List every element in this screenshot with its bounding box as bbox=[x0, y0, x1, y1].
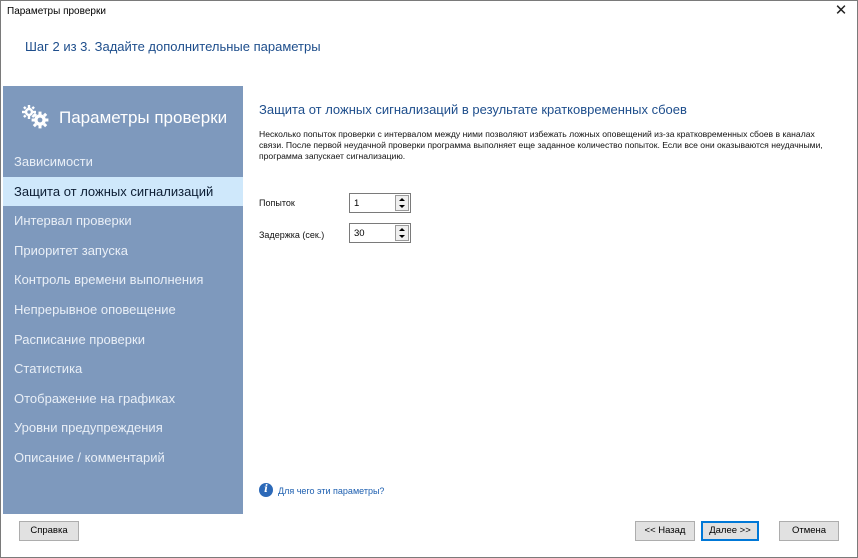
delay-stepper[interactable]: 30 bbox=[349, 223, 411, 243]
next-button[interactable]: Далее >> bbox=[701, 521, 759, 541]
sidebar-title: Параметры проверки bbox=[59, 108, 228, 127]
delay-spin-buttons bbox=[395, 225, 409, 241]
sidebar-item-charts-display[interactable]: Отображение на графиках bbox=[3, 384, 243, 414]
attempts-value[interactable]: 1 bbox=[354, 198, 359, 209]
step-title: Шаг 2 из 3. Задайте дополнительные парам… bbox=[25, 39, 321, 54]
cancel-button[interactable]: Отмена bbox=[779, 521, 839, 541]
sidebar-item-statistics[interactable]: Статистика bbox=[3, 354, 243, 384]
content-title: Защита от ложных сигнализаций в результа… bbox=[259, 102, 687, 117]
gears-icon bbox=[22, 105, 49, 129]
sidebar-item-dependencies[interactable]: Зависимости bbox=[3, 147, 243, 177]
title-bar: Параметры проверки ✕ bbox=[1, 1, 857, 23]
attempts-stepper[interactable]: 1 bbox=[349, 193, 411, 213]
sidebar-item-description[interactable]: Описание / комментарий bbox=[3, 443, 243, 473]
back-button[interactable]: << Назад bbox=[635, 521, 695, 541]
delay-up-arrow-icon[interactable] bbox=[396, 226, 408, 233]
attempts-label: Попыток bbox=[259, 198, 295, 208]
sidebar-item-warning-levels[interactable]: Уровни предупреждения bbox=[3, 413, 243, 443]
attempts-down-arrow-icon[interactable] bbox=[396, 203, 408, 210]
sidebar-item-check-interval[interactable]: Интервал проверки bbox=[3, 206, 243, 236]
sidebar-item-check-schedule[interactable]: Расписание проверки bbox=[3, 325, 243, 355]
dialog-window: Параметры проверки ✕ Шаг 2 из 3. Задайте… bbox=[0, 0, 858, 558]
content-description: Несколько попыток проверки с интервалом … bbox=[259, 129, 823, 161]
attempts-up-arrow-icon[interactable] bbox=[396, 196, 408, 203]
sidebar-item-false-alarm-protection[interactable]: Защита от ложных сигнализаций bbox=[3, 176, 243, 207]
delay-value[interactable]: 30 bbox=[354, 228, 365, 239]
info-icon: i bbox=[259, 483, 273, 497]
delay-label: Задержка (сек.) bbox=[259, 230, 325, 240]
sidebar-nav: Зависимости Защита от ложных сигнализаци… bbox=[3, 147, 243, 473]
attempts-spin-buttons bbox=[395, 195, 409, 211]
sidebar-item-continuous-alert[interactable]: Непрерывное оповещение bbox=[3, 295, 243, 325]
delay-down-arrow-icon[interactable] bbox=[396, 233, 408, 240]
help-button[interactable]: Справка bbox=[19, 521, 79, 541]
help-link-text[interactable]: Для чего эти параметры? bbox=[278, 486, 384, 496]
sidebar-item-launch-priority[interactable]: Приоритет запуска bbox=[3, 236, 243, 266]
sidebar: Параметры проверки Зависимости Защита от… bbox=[3, 86, 243, 514]
close-icon[interactable]: ✕ bbox=[831, 2, 851, 20]
window-title: Параметры проверки bbox=[7, 6, 106, 17]
sidebar-header: Параметры проверки bbox=[3, 86, 243, 148]
sidebar-item-execution-time-control[interactable]: Контроль времени выполнения bbox=[3, 265, 243, 295]
